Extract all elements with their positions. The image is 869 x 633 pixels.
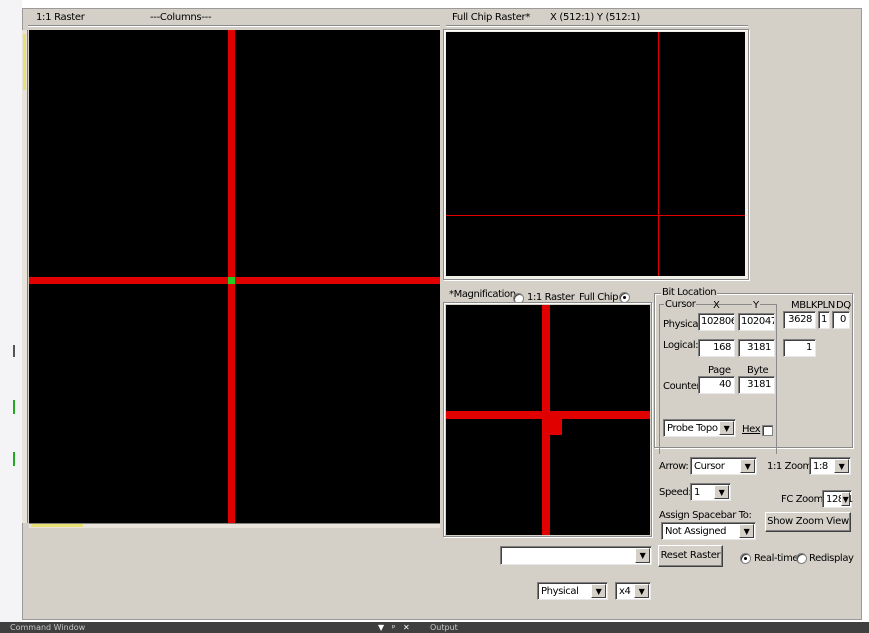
x-header: X: [713, 300, 720, 311]
command-window-tab[interactable]: Command Window: [10, 622, 85, 633]
docked-panel-bar: Command Window ▼ ᵖ ✕ Output: [0, 622, 869, 633]
chevron-down-icon[interactable]: ▼: [719, 421, 734, 435]
byte-header: Byte: [747, 365, 769, 376]
raster-header-rule: [28, 25, 440, 27]
full-chip-crosshair-vertical: [658, 32, 659, 276]
zoom11-value: 1:8: [813, 461, 828, 472]
fc-zoom-select[interactable]: 128:1 ▼: [822, 490, 853, 508]
columns-label: ---Columns---: [150, 12, 212, 23]
output-tab[interactable]: Output: [430, 622, 458, 633]
scale-value: x4: [619, 586, 631, 597]
speed-select[interactable]: 1 ▼: [690, 483, 731, 501]
arrow-select[interactable]: Cursor ▼: [690, 457, 757, 475]
magnification-title: *Magnification: [449, 289, 516, 300]
bit-location-title: Bit Location: [661, 287, 718, 298]
hex-label[interactable]: Hex: [742, 424, 761, 435]
chevron-down-icon[interactable]: ▼: [841, 492, 850, 506]
full-chip-crosshair-horizontal: [446, 215, 745, 216]
zoom11-select[interactable]: 1:8 ▼: [809, 457, 851, 475]
reset-raster-button[interactable]: Reset Raster: [658, 545, 723, 567]
dropdown-arrow-icon[interactable]: ▼: [378, 622, 384, 633]
cursor-label: Cursor: [664, 299, 697, 310]
arrow-label: Arrow:: [659, 461, 689, 472]
close-icon[interactable]: ✕: [403, 622, 410, 633]
counter-page-field[interactable]: 40: [698, 376, 735, 394]
full-chip-coords: X (512:1) Y (512:1): [550, 12, 641, 23]
chevron-down-icon[interactable]: ▼: [834, 459, 849, 473]
bottom-select[interactable]: ▼: [500, 546, 652, 565]
chevron-down-icon[interactable]: ▼: [740, 459, 755, 473]
counter-label: Counter:: [663, 381, 703, 392]
full-chip-title: Full Chip Raster*: [452, 12, 531, 23]
zoom11-label: 1:1 Zoom:: [767, 461, 815, 472]
chevron-down-icon[interactable]: ▼: [635, 548, 650, 563]
chevron-down-icon[interactable]: ▼: [714, 485, 729, 499]
y-header: Y: [752, 300, 760, 311]
mag-cursor-block: [542, 411, 562, 435]
logical-x-field[interactable]: 168: [698, 339, 735, 357]
raster-view-canvas[interactable]: [29, 30, 440, 523]
page-header: Page: [708, 365, 731, 376]
pln-header: PLN: [817, 300, 835, 311]
mblk-header: MBLK: [791, 300, 818, 311]
assign-spacebar-select[interactable]: Not Assigned ▼: [661, 522, 756, 540]
view-mode-value: Physical: [541, 586, 579, 597]
raster-title: 1:1 Raster: [36, 12, 85, 23]
chevron-down-icon[interactable]: ▼: [739, 524, 754, 538]
arrow-value: Cursor: [694, 461, 725, 472]
raster-horizontal-scrollbar[interactable]: [29, 523, 440, 528]
physical-y-field[interactable]: 102047: [738, 313, 775, 331]
raster-vertical-scrollbar[interactable]: [22, 30, 28, 523]
pin-icon[interactable]: ᵖ: [392, 622, 395, 633]
hex-checkbox[interactable]: [762, 425, 773, 436]
scale-select[interactable]: x4 ▼: [615, 582, 651, 600]
raster-vscroll-thumb[interactable]: [23, 34, 26, 90]
counter-byte-field[interactable]: 3181: [738, 376, 775, 394]
logical-y-field[interactable]: 3181: [738, 339, 775, 357]
cursor-cell: [228, 277, 235, 284]
physical-x-field[interactable]: 102806: [698, 313, 735, 331]
radio-realtime[interactable]: [740, 553, 751, 564]
speed-label: Speed:: [659, 487, 692, 498]
show-zoom-view-button[interactable]: Show Zoom View: [765, 512, 851, 532]
logical-label: Logical:: [663, 340, 699, 351]
raster-hscroll-thumb[interactable]: [31, 524, 83, 527]
assign-spacebar-label: Assign Spacebar To:: [659, 510, 752, 521]
host-edge-marker: [13, 345, 15, 357]
host-window-edge: [0, 0, 22, 622]
host-edge-marker: [13, 400, 15, 414]
probe-topo-select[interactable]: Probe Topo ▼: [663, 419, 736, 437]
mblk-field[interactable]: 3628: [783, 311, 816, 329]
redisplay-label[interactable]: Redisplay: [809, 553, 854, 564]
radio-redisplay[interactable]: [796, 553, 807, 564]
host-edge-marker: [13, 452, 15, 466]
magnification-canvas[interactable]: [446, 305, 650, 535]
dq-field[interactable]: 0: [832, 311, 850, 329]
logical-extra-field[interactable]: 1: [783, 339, 816, 357]
assign-spacebar-value: Not Assigned: [665, 526, 727, 537]
realtime-label[interactable]: Real-time: [754, 553, 799, 564]
chevron-down-icon[interactable]: ▼: [634, 584, 649, 598]
dq-header: DQ: [836, 300, 851, 311]
probe-topo-value: Probe Topo: [667, 423, 718, 434]
chevron-down-icon[interactable]: ▼: [591, 584, 606, 598]
speed-value: 1: [694, 487, 700, 498]
full-chip-canvas[interactable]: [446, 32, 745, 276]
view-mode-select[interactable]: Physical ▼: [537, 582, 608, 600]
pln-field[interactable]: 1: [818, 311, 830, 329]
full-chip-header-rule: [446, 25, 748, 27]
fc-zoom-label: FC Zoom:: [781, 494, 826, 505]
